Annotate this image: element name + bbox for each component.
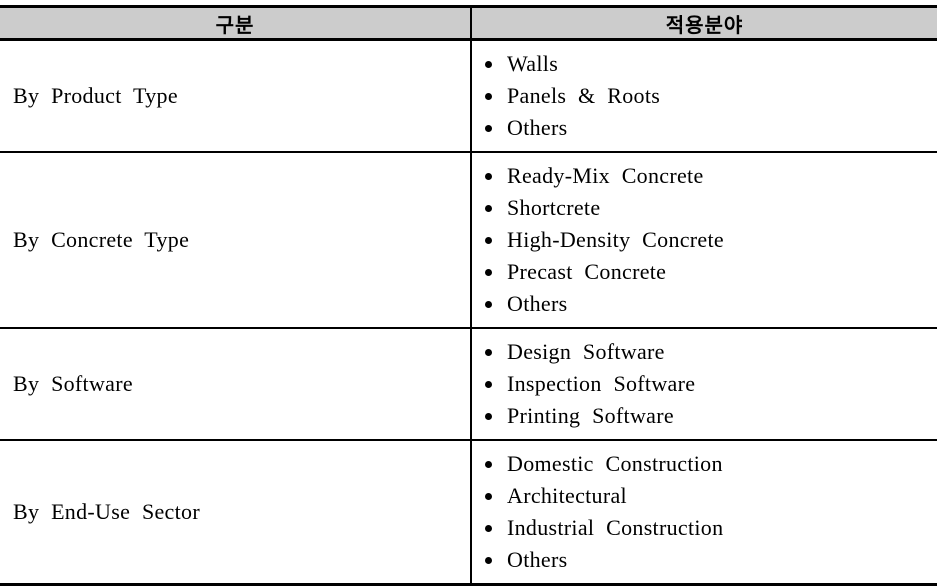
list-item-label: Panels & Roots [507,83,661,108]
category-cell: By Software [0,328,472,441]
bullet-icon [485,525,492,532]
table-header: 구분 적용분야 [0,5,937,41]
list-item: Others [472,288,937,320]
bullet-icon [485,237,492,244]
bullet-icon [485,61,492,68]
list-item: High-Density Concrete [472,224,937,256]
list-item-label: Ready-Mix Concrete [507,163,704,188]
application-list: Domestic Construction Architectural Indust… [472,441,937,583]
application-cell: Design Software Inspection Software Printi… [471,328,937,441]
table-row: By Product Type Walls Panels & Roots Others [0,39,937,153]
application-cell: Domestic Construction Architectural Indust… [471,440,937,586]
application-cell: Ready-Mix Concrete Shortcrete High-Density… [471,152,937,329]
list-item: Precast Concrete [472,256,937,288]
table-container: 구분 적용분야 By Product Type Walls Panels & Roo… [0,5,937,586]
list-item: Shortcrete [472,192,937,224]
list-item: Architectural [472,480,937,512]
column-header-category: 구분 [0,5,472,41]
list-item-label: Industrial Construction [507,515,724,540]
list-item-label: Others [507,115,568,140]
list-item-label: Precast Concrete [507,259,667,284]
list-item-label: Design Software [507,339,665,364]
category-cell: By Product Type [0,39,472,153]
bullet-icon [485,269,492,276]
list-item-label: Shortcrete [507,195,601,220]
application-list: Walls Panels & Roots Others [472,41,937,151]
bullet-icon [485,125,492,132]
list-item-label: Domestic Construction [507,451,723,476]
table-body: By Product Type Walls Panels & Roots Others… [0,39,937,586]
bullet-icon [485,557,492,564]
list-item: Printing Software [472,400,937,432]
list-item-label: Architectural [507,483,627,508]
list-item: Ready-Mix Concrete [472,160,937,192]
bullet-icon [485,93,492,100]
list-item: Inspection Software [472,368,937,400]
list-item-label: Others [507,547,568,572]
table-header-row: 구분 적용분야 [0,5,937,41]
column-header-application: 적용분야 [471,5,937,41]
bullet-icon [485,301,492,308]
classification-table: 구분 적용분야 By Product Type Walls Panels & Roo… [0,5,937,586]
list-item-label: Printing Software [507,403,674,428]
bullet-icon [485,173,492,180]
list-item: Others [472,112,937,144]
list-item: Panels & Roots [472,80,937,112]
list-item-label: Inspection Software [507,371,696,396]
table-row: By Concrete Type Ready-Mix Concrete Shortc… [0,152,937,329]
bullet-icon [485,381,492,388]
table-row: By End-Use Sector Domestic Construction Ar… [0,440,937,586]
list-item-label: Others [507,291,568,316]
bullet-icon [485,461,492,468]
list-item: Design Software [472,336,937,368]
list-item: Walls [472,48,937,80]
bullet-icon [485,493,492,500]
bullet-icon [485,349,492,356]
table-row: By Software Design Software Inspection Sof… [0,328,937,441]
category-cell: By Concrete Type [0,152,472,329]
list-item-label: High-Density Concrete [507,227,724,252]
bullet-icon [485,205,492,212]
bullet-icon [485,413,492,420]
application-cell: Walls Panels & Roots Others [471,39,937,153]
list-item: Others [472,544,937,576]
category-cell: By End-Use Sector [0,440,472,586]
list-item: Industrial Construction [472,512,937,544]
list-item-label: Walls [507,51,559,76]
application-list: Design Software Inspection Software Printi… [472,329,937,439]
application-list: Ready-Mix Concrete Shortcrete High-Density… [472,153,937,327]
list-item: Domestic Construction [472,448,937,480]
